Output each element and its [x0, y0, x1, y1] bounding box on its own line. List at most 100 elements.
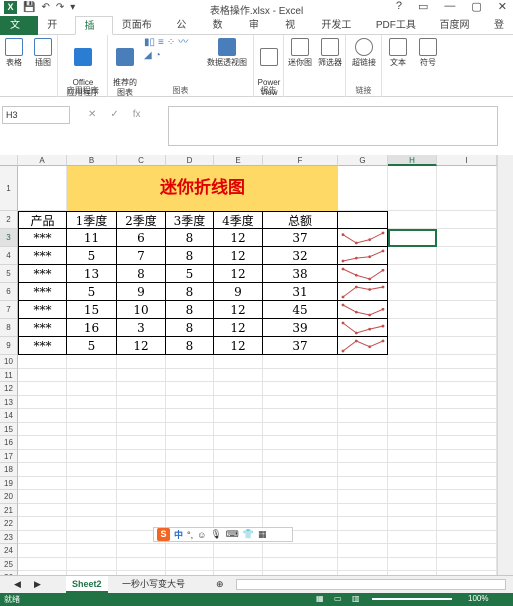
help-button[interactable]: ? — [396, 0, 402, 13]
column-header-h[interactable]: H — [388, 155, 437, 166]
row-header-1[interactable]: 1 — [0, 166, 18, 211]
cell[interactable] — [338, 517, 388, 531]
cell[interactable] — [117, 382, 166, 396]
punctuation-icon[interactable]: °, — [187, 530, 193, 540]
row-header-15[interactable]: 15 — [0, 422, 18, 436]
cell[interactable] — [67, 395, 117, 409]
cell[interactable] — [214, 409, 263, 423]
cell[interactable] — [18, 557, 67, 571]
text-button[interactable]: 文本 — [384, 38, 412, 68]
cell[interactable] — [214, 422, 263, 436]
cell[interactable] — [18, 490, 67, 504]
more-sheets-icon[interactable]: ⊕ — [210, 576, 230, 593]
cell[interactable] — [388, 490, 437, 504]
cell[interactable] — [214, 355, 263, 369]
pivot-chart-button[interactable]: 数据透视图 — [202, 38, 252, 68]
table-cell[interactable]: 9 — [117, 283, 166, 301]
tab-formulas[interactable]: 公式 — [167, 16, 203, 50]
tab-login[interactable]: 登 — [485, 16, 513, 35]
table-cell[interactable]: 39 — [263, 319, 338, 337]
tab-data[interactable]: 数据 — [204, 16, 240, 50]
table-cell[interactable]: *** — [18, 319, 67, 337]
row-header-20[interactable]: 20 — [0, 490, 18, 504]
table-cell[interactable]: 31 — [263, 283, 338, 301]
column-header-a[interactable]: A — [18, 155, 67, 166]
vertical-scrollbar[interactable] — [497, 155, 513, 575]
cell[interactable] — [67, 557, 117, 571]
cell[interactable] — [18, 517, 67, 531]
column-header-g[interactable]: G — [338, 155, 388, 166]
cell[interactable] — [67, 544, 117, 558]
cell[interactable] — [67, 436, 117, 450]
ime-toolbar[interactable]: S 中 °, ☺ 🎙 ⌨ 👕 ▦ — [153, 527, 293, 542]
cell[interactable] — [437, 337, 497, 355]
cell[interactable] — [117, 395, 166, 409]
cell[interactable] — [263, 409, 338, 423]
cell[interactable] — [338, 463, 388, 477]
tab-insert[interactable]: 插入 — [74, 16, 113, 51]
cell[interactable] — [117, 544, 166, 558]
table-header-cell[interactable]: 产品 — [18, 211, 67, 229]
cell[interactable] — [338, 503, 388, 517]
tab-page-layout[interactable]: 页面布局 — [113, 16, 168, 50]
cell[interactable] — [18, 355, 67, 369]
cell[interactable] — [18, 166, 67, 211]
cell[interactable] — [18, 422, 67, 436]
cell[interactable] — [437, 301, 497, 319]
table-cell[interactable]: 12 — [214, 301, 263, 319]
table-cell[interactable]: *** — [18, 247, 67, 265]
row-header-18[interactable]: 18 — [0, 463, 18, 477]
prev-sheet-icon[interactable]: ◀ — [8, 576, 27, 593]
cell[interactable] — [388, 166, 437, 211]
cell[interactable] — [437, 382, 497, 396]
cell[interactable] — [437, 544, 497, 558]
cell[interactable] — [388, 517, 437, 531]
zoom-level[interactable]: 100% — [468, 594, 488, 603]
cell[interactable] — [214, 368, 263, 382]
cell[interactable] — [437, 436, 497, 450]
table-button[interactable]: 表格 — [2, 38, 26, 68]
cell[interactable] — [18, 436, 67, 450]
cell[interactable] — [67, 409, 117, 423]
cell[interactable] — [263, 463, 338, 477]
cell[interactable] — [214, 544, 263, 558]
column-header-e[interactable]: E — [214, 155, 263, 166]
table-cell[interactable]: 11 — [67, 229, 117, 247]
cell[interactable] — [437, 368, 497, 382]
table-cell[interactable]: 37 — [263, 337, 338, 355]
symbols-button[interactable]: 符号 — [414, 38, 442, 68]
cell[interactable] — [67, 382, 117, 396]
formula-input[interactable] — [168, 106, 498, 146]
cell[interactable] — [117, 557, 166, 571]
table-cell[interactable]: 38 — [263, 265, 338, 283]
cell[interactable] — [214, 382, 263, 396]
cell[interactable] — [437, 395, 497, 409]
table-cell[interactable]: 12 — [214, 265, 263, 283]
cell[interactable] — [388, 503, 437, 517]
cell[interactable] — [67, 422, 117, 436]
cell[interactable] — [263, 449, 338, 463]
cell[interactable] — [437, 530, 497, 544]
row-header-13[interactable]: 13 — [0, 395, 18, 409]
cell[interactable] — [117, 476, 166, 490]
cell[interactable] — [437, 166, 497, 211]
cell[interactable] — [388, 247, 437, 265]
cell[interactable] — [166, 476, 214, 490]
cell[interactable] — [214, 503, 263, 517]
cell[interactable] — [437, 449, 497, 463]
cell[interactable] — [18, 409, 67, 423]
cell[interactable] — [117, 463, 166, 477]
cell[interactable] — [388, 476, 437, 490]
cell[interactable] — [338, 490, 388, 504]
cell[interactable] — [117, 409, 166, 423]
table-header-cell[interactable]: 2季度 — [117, 211, 166, 229]
cell[interactable] — [263, 355, 338, 369]
table-cell[interactable]: 12 — [214, 337, 263, 355]
table-cell[interactable]: 8 — [117, 265, 166, 283]
cell[interactable] — [67, 463, 117, 477]
cell[interactable] — [18, 530, 67, 544]
row-header-7[interactable]: 7 — [0, 301, 18, 319]
pie-chart-icon[interactable]: ◔ — [155, 51, 161, 61]
cell[interactable] — [338, 368, 388, 382]
cell[interactable] — [263, 503, 338, 517]
